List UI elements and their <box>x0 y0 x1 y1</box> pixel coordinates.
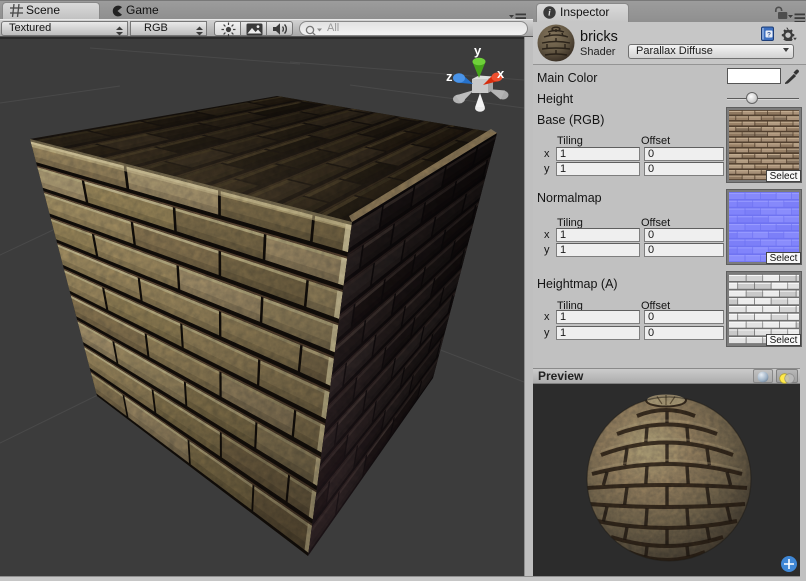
svg-text:?: ? <box>767 31 771 38</box>
svg-text:y: y <box>474 43 482 58</box>
svg-text:z: z <box>446 69 453 84</box>
svg-text:i: i <box>548 9 551 19</box>
svg-text:x: x <box>497 66 505 81</box>
